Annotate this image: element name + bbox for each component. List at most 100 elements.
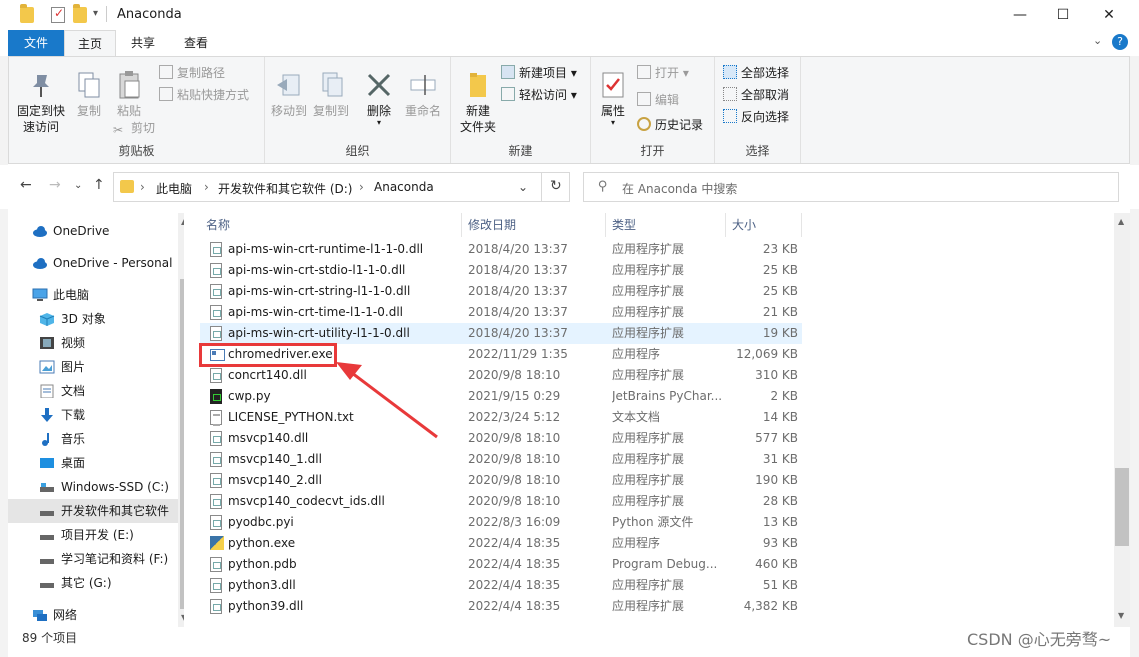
scroll-up-icon[interactable]: ▲ xyxy=(1118,217,1124,226)
quick-access-dropdown-icon[interactable]: ▾ xyxy=(93,8,98,19)
nav-item-drive-e[interactable]: 项目开发 (E:) xyxy=(8,523,178,547)
close-button[interactable]: ✕ xyxy=(1086,0,1132,30)
edit-button[interactable]: 编辑 xyxy=(637,90,679,110)
maximize-button[interactable]: ☐ xyxy=(1040,0,1086,30)
file-list-scroll-thumb[interactable] xyxy=(1115,468,1129,546)
tab-share[interactable]: 共享 xyxy=(118,30,168,56)
nav-item-onedrive[interactable]: OneDrive xyxy=(8,219,178,243)
nav-item-3d-objects[interactable]: 3D 对象 xyxy=(8,307,178,331)
breadcrumb-separator-icon[interactable]: › xyxy=(140,180,145,194)
file-row[interactable]: concrt140.dll 2020/9/8 18:10 应用程序扩展 310 KB xyxy=(200,365,802,386)
file-row[interactable]: api-ms-win-crt-time-l1-1-0.dll 2018/4/20 … xyxy=(200,302,802,323)
tab-view[interactable]: 查看 xyxy=(170,30,222,56)
file-row[interactable]: python.pdb 2022/4/4 18:35 Program Debug...… xyxy=(200,554,802,575)
paste-shortcut-button[interactable]: 粘贴快捷方式 xyxy=(159,85,249,105)
nav-item-drive-d[interactable]: 开发软件和其它软件 xyxy=(8,499,178,523)
nav-scrollbar[interactable]: ▲ ▼ xyxy=(178,213,184,627)
new-folder-quick-icon[interactable] xyxy=(73,4,87,23)
nav-label: 桌面 xyxy=(61,456,86,470)
file-row[interactable]: api-ms-win-crt-utility-l1-1-0.dll 2018/4/… xyxy=(200,323,802,344)
delete-dropdown-icon[interactable]: ▾ xyxy=(363,119,395,127)
nav-item-this-pc[interactable]: 此电脑 xyxy=(8,283,178,307)
search-input[interactable]: ⚲ 在 Anaconda 中搜索 xyxy=(583,172,1119,202)
nav-item-drive-c[interactable]: Windows-SSD (C:) xyxy=(8,475,178,499)
file-type: 应用程序扩展 xyxy=(612,473,685,487)
properties-button[interactable]: 属性 ▾ xyxy=(595,69,631,127)
breadcrumb-anaconda[interactable]: Anaconda xyxy=(374,180,434,194)
breadcrumb-separator-icon[interactable]: › xyxy=(359,180,364,194)
select-all-button[interactable]: 全部选择 xyxy=(723,63,789,83)
column-header-size[interactable]: 大小 xyxy=(726,213,802,237)
nav-item-documents[interactable]: 文档 xyxy=(8,379,178,403)
pin-label-line2: 速访问 xyxy=(22,120,59,134)
move-to-button[interactable]: 移动到 xyxy=(269,69,309,119)
file-size: 14 KB xyxy=(762,410,798,424)
properties-dropdown-icon[interactable]: ▾ xyxy=(595,119,631,127)
column-header-name[interactable]: 名称 xyxy=(200,213,462,237)
address-dropdown-icon[interactable]: ⌄ xyxy=(518,180,528,194)
back-arrow-icon[interactable]: ← xyxy=(20,177,32,193)
file-row[interactable]: python39.dll 2022/4/4 18:35 应用程序扩展 4,382 KB xyxy=(200,596,802,617)
column-header-date[interactable]: 修改日期 xyxy=(462,213,606,237)
nav-scroll-thumb[interactable] xyxy=(180,279,184,609)
nav-item-videos[interactable]: 视频 xyxy=(8,331,178,355)
paste-button[interactable]: 粘贴 xyxy=(111,69,147,119)
file-row[interactable]: python.exe 2022/4/4 18:35 应用程序 93 KB xyxy=(200,533,802,554)
select-none-button[interactable]: 全部取消 xyxy=(723,85,789,105)
nav-item-music[interactable]: 音乐 xyxy=(8,427,178,451)
new-item-button[interactable]: 新建项目 ▾ xyxy=(501,63,577,83)
open-button[interactable]: 打开 ▾ xyxy=(637,63,689,83)
file-row[interactable]: msvcp140_1.dll 2020/9/8 18:10 应用程序扩展 31 KB xyxy=(200,449,802,470)
file-row[interactable]: msvcp140.dll 2020/9/8 18:10 应用程序扩展 577 KB xyxy=(200,428,802,449)
cut-button[interactable]: ✂ 剪切 xyxy=(113,118,155,138)
scroll-down-icon[interactable]: ▼ xyxy=(181,613,184,622)
copy-path-button[interactable]: 复制路径 xyxy=(159,63,225,83)
file-row[interactable]: api-ms-win-crt-runtime-l1-1-0.dll 2018/4/… xyxy=(200,239,802,260)
scroll-down-icon[interactable]: ▼ xyxy=(1118,611,1124,620)
nav-item-drive-g[interactable]: 其它 (G:) xyxy=(8,571,178,595)
address-bar[interactable]: › 此电脑 › 开发软件和其它软件 (D:) › Anaconda ⌄ ↻ xyxy=(113,172,570,202)
new-folder-button[interactable]: 新建 文件夹 xyxy=(455,69,501,135)
column-header-type[interactable]: 类型 xyxy=(606,213,726,237)
nav-item-onedrive-personal[interactable]: OneDrive - Personal xyxy=(8,251,178,275)
scroll-up-icon[interactable]: ▲ xyxy=(181,217,184,226)
nav-item-network[interactable]: 网络 xyxy=(8,603,178,627)
properties-quick-icon[interactable] xyxy=(51,6,65,23)
copy-to-button[interactable]: 复制到 xyxy=(311,69,351,119)
breadcrumb-this-pc[interactable]: 此电脑 xyxy=(156,180,192,197)
file-row[interactable]: python3.dll 2022/4/4 18:35 应用程序扩展 51 KB xyxy=(200,575,802,596)
refresh-icon[interactable]: ↻ xyxy=(550,178,562,194)
file-row[interactable]: pyodbc.pyi 2022/8/3 16:09 Python 源文件 13 KB xyxy=(200,512,802,533)
nav-item-desktop[interactable]: 桌面 xyxy=(8,451,178,475)
easy-access-button[interactable]: 轻松访问 ▾ xyxy=(501,85,577,105)
delete-button[interactable]: 删除 ▾ xyxy=(363,69,395,127)
invert-selection-button[interactable]: 反向选择 xyxy=(723,107,789,127)
file-row[interactable]: LICENSE_PYTHON.txt 2022/3/24 5:12 文本文档 14 K… xyxy=(200,407,802,428)
dll-file-icon xyxy=(210,599,222,614)
nav-item-pictures[interactable]: 图片 xyxy=(8,355,178,379)
up-arrow-icon[interactable]: ↑ xyxy=(93,177,105,193)
tab-home[interactable]: 主页 xyxy=(64,30,116,56)
file-row[interactable]: api-ms-win-crt-stdio-l1-1-0.dll 2018/4/20… xyxy=(200,260,802,281)
file-list-scrollbar[interactable]: ▲ ▼ xyxy=(1114,213,1130,627)
breadcrumb-drive-d[interactable]: 开发软件和其它软件 (D:) xyxy=(218,180,352,197)
forward-arrow-icon[interactable]: → xyxy=(49,177,61,193)
nav-item-downloads[interactable]: 下载 xyxy=(8,403,178,427)
nav-item-drive-f[interactable]: 学习笔记和资料 (F:) xyxy=(8,547,178,571)
pin-quick-access-button[interactable]: 固定到快 速访问 xyxy=(15,69,67,135)
minimize-button[interactable]: — xyxy=(997,0,1043,30)
recent-locations-icon[interactable]: ⌄ xyxy=(74,180,82,191)
collapse-ribbon-icon[interactable]: ⌄ xyxy=(1093,34,1102,47)
breadcrumb-separator-icon[interactable]: › xyxy=(204,180,209,194)
help-icon[interactable]: ? xyxy=(1112,34,1128,50)
rename-button[interactable]: 重命名 xyxy=(401,69,445,119)
history-button[interactable]: 历史记录 xyxy=(637,115,703,135)
file-row[interactable]: msvcp140_codecvt_ids.dll 2020/9/8 18:10 应用… xyxy=(200,491,802,512)
copy-button[interactable]: 复制 xyxy=(71,69,107,119)
file-row[interactable]: api-ms-win-crt-string-l1-1-0.dll 2018/4/2… xyxy=(200,281,802,302)
nav-label: 视频 xyxy=(61,336,86,350)
file-row[interactable]: cwp.py 2021/9/15 0:29 JetBrains PyChar... 2… xyxy=(200,386,802,407)
tab-file[interactable]: 文件 xyxy=(8,30,64,56)
file-date: 2022/11/29 1:35 xyxy=(468,347,568,361)
file-row[interactable]: msvcp140_2.dll 2020/9/8 18:10 应用程序扩展 190 KB xyxy=(200,470,802,491)
